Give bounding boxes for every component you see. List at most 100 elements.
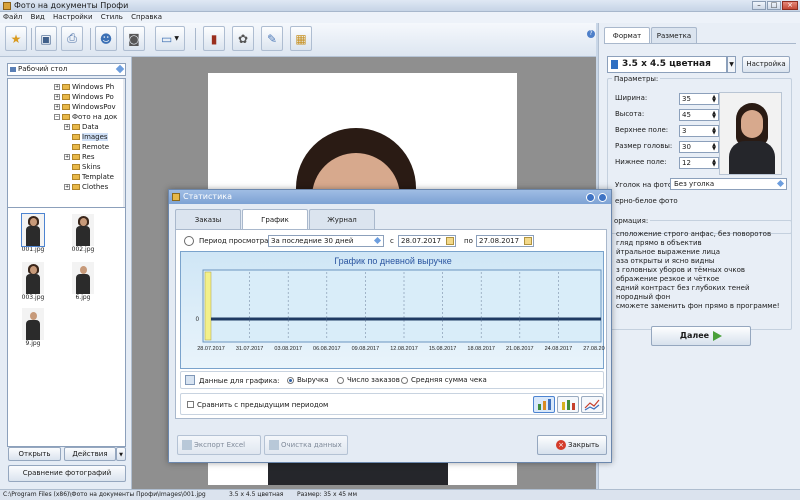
expand-icon[interactable]: +: [54, 84, 60, 90]
photo-thumbnail[interactable]: 001.jpg: [16, 213, 50, 258]
tree-item-label: Template: [82, 173, 114, 181]
compare-photos-button[interactable]: Сравнение фотографий: [8, 465, 126, 482]
folder-select[interactable]: Рабочий стол: [7, 63, 126, 76]
calendar-icon[interactable]: [524, 237, 532, 245]
radio-revenue[interactable]: Выручка: [287, 376, 329, 385]
from-date-field[interactable]: 28.07.2017: [398, 235, 456, 247]
video-button[interactable]: ✿: [232, 26, 254, 51]
thumbnail-image: [72, 262, 94, 294]
tree-item[interactable]: − Фото на док: [54, 112, 117, 122]
portrait-button[interactable]: ☻: [95, 26, 117, 51]
save-button[interactable]: ▣: [35, 26, 57, 51]
close-icon: ×: [556, 440, 566, 450]
spinner-icon[interactable]: ▲ ▼: [711, 95, 717, 104]
tab-layout[interactable]: Разметка: [651, 27, 697, 43]
display-button[interactable]: ▭ ▼: [155, 26, 185, 51]
expand-icon[interactable]: +: [64, 154, 70, 160]
actions-dropdown-button[interactable]: ▼: [116, 447, 126, 461]
expand-icon[interactable]: +: [54, 104, 60, 110]
spinner-icon[interactable]: ▲ ▼: [711, 159, 717, 168]
close-window-button[interactable]: ×: [782, 1, 798, 10]
tree-item[interactable]: Images: [64, 132, 108, 142]
tree-item[interactable]: + Windows Po: [54, 92, 114, 102]
status-size: Размер: 35 x 45 мм: [297, 491, 358, 498]
tools-button[interactable]: ✎: [261, 26, 283, 51]
maximize-button[interactable]: □: [767, 1, 781, 10]
menu-file[interactable]: Файл: [0, 12, 25, 23]
tree-item-label: Фото на док: [72, 113, 118, 121]
menu-style[interactable]: Стиль: [98, 12, 126, 23]
tree-scrollbar[interactable]: [123, 79, 125, 207]
menu-help[interactable]: Справка: [128, 12, 165, 23]
tree-item[interactable]: + WindowsPov: [54, 102, 116, 112]
tab-journal[interactable]: Журнал: [309, 209, 375, 229]
compare-checkbox[interactable]: [187, 401, 194, 408]
settings-button[interactable]: Настройка: [742, 56, 790, 73]
calendar-icon[interactable]: [446, 237, 454, 245]
expand-icon[interactable]: +: [54, 94, 60, 100]
spinner-icon[interactable]: ▲ ▼: [711, 143, 717, 152]
line-chart-type-button[interactable]: [581, 396, 603, 413]
photo-thumbnail[interactable]: 002.jpg: [66, 214, 100, 258]
dialog-help-icon[interactable]: [586, 193, 595, 202]
dialog-close-icon[interactable]: [598, 193, 607, 202]
photo-thumbnail[interactable]: 6.jpg: [66, 262, 100, 306]
photo-thumbnail[interactable]: 9.jpg: [16, 308, 50, 352]
dialog-title-bar[interactable]: Статистика: [169, 190, 611, 204]
radio-dot-icon: [401, 376, 408, 384]
expand-icon[interactable]: −: [54, 114, 60, 120]
tree-item[interactable]: Remote: [64, 142, 109, 152]
open-button[interactable]: Открыть: [8, 447, 61, 461]
folder-tree[interactable]: + Windows Ph + Windows Po + WindowsPov − Фото н…: [7, 78, 126, 208]
expand-icon[interactable]: +: [64, 184, 70, 190]
clear-data-button[interactable]: Очистка данных: [264, 435, 348, 455]
width-field[interactable]: 35 ▲ ▼: [679, 93, 719, 105]
format-dropdown-button[interactable]: ▼: [727, 56, 736, 73]
tab-orders[interactable]: Заказы: [175, 209, 241, 229]
print-button[interactable]: ⎙: [61, 26, 83, 51]
compare-label[interactable]: Сравнить с предыдущим периодом: [197, 401, 328, 409]
width-value: 35: [682, 95, 691, 103]
spinner-icon[interactable]: ▲ ▼: [711, 127, 717, 136]
tree-item[interactable]: Template: [64, 172, 114, 182]
tree-item[interactable]: + Res: [64, 152, 95, 162]
actions-button[interactable]: Действия: [64, 447, 116, 461]
tree-item[interactable]: + Clothes: [64, 182, 108, 192]
column-chart-type-button[interactable]: [557, 396, 579, 413]
radio-average-check[interactable]: Средняя сумма чека: [401, 376, 487, 385]
export-excel-button[interactable]: Экспорт Excel: [177, 435, 261, 455]
bottom-margin-field[interactable]: 12 ▲ ▼: [679, 157, 719, 169]
menu-view[interactable]: Вид: [28, 12, 48, 23]
corner-select-value: Без уголка: [674, 180, 715, 188]
bar-chart-type-button[interactable]: [533, 396, 555, 413]
help-button[interactable]: ▮: [203, 26, 225, 51]
minimize-button[interactable]: –: [752, 1, 766, 10]
open-button[interactable]: ★: [5, 26, 27, 51]
format-select[interactable]: 3.5 x 4.5 цветная: [607, 56, 727, 73]
tree-item[interactable]: + Windows Ph: [54, 82, 114, 92]
corner-select[interactable]: Без уголка: [670, 178, 787, 190]
next-button[interactable]: Далее: [651, 326, 751, 346]
thumbnail-label: 003.jpg: [21, 294, 45, 301]
period-select[interactable]: За последние 30 дней: [268, 235, 384, 247]
to-date-field[interactable]: 27.08.2017: [476, 235, 534, 247]
tree-item[interactable]: + Data: [64, 122, 99, 132]
tab-format[interactable]: Формат: [604, 27, 650, 43]
box-button[interactable]: ▦: [290, 26, 312, 51]
excel-icon: [182, 440, 192, 450]
expand-icon[interactable]: +: [64, 124, 70, 130]
photo-thumbnail[interactable]: 003.jpg: [16, 262, 50, 306]
top-margin-field[interactable]: 3 ▲ ▼: [679, 125, 719, 137]
height-field[interactable]: 45 ▲ ▼: [679, 109, 719, 121]
tab-graph[interactable]: График: [242, 209, 308, 230]
radio-order-count[interactable]: Число заказов: [337, 376, 400, 385]
menu-settings[interactable]: Настройки: [50, 12, 96, 23]
bw-photo-label[interactable]: ерно-белое фото: [615, 197, 678, 205]
head-size-field[interactable]: 30 ▲ ▼: [679, 141, 719, 153]
spinner-icon[interactable]: ▲ ▼: [711, 111, 717, 120]
help-badge-icon[interactable]: ?: [587, 30, 595, 38]
camera-button[interactable]: ◙: [123, 26, 145, 51]
tree-item[interactable]: Skins: [64, 162, 101, 172]
x-tick-label: 21.08.2017: [506, 346, 534, 352]
close-dialog-button[interactable]: × Закрыть: [537, 435, 607, 455]
